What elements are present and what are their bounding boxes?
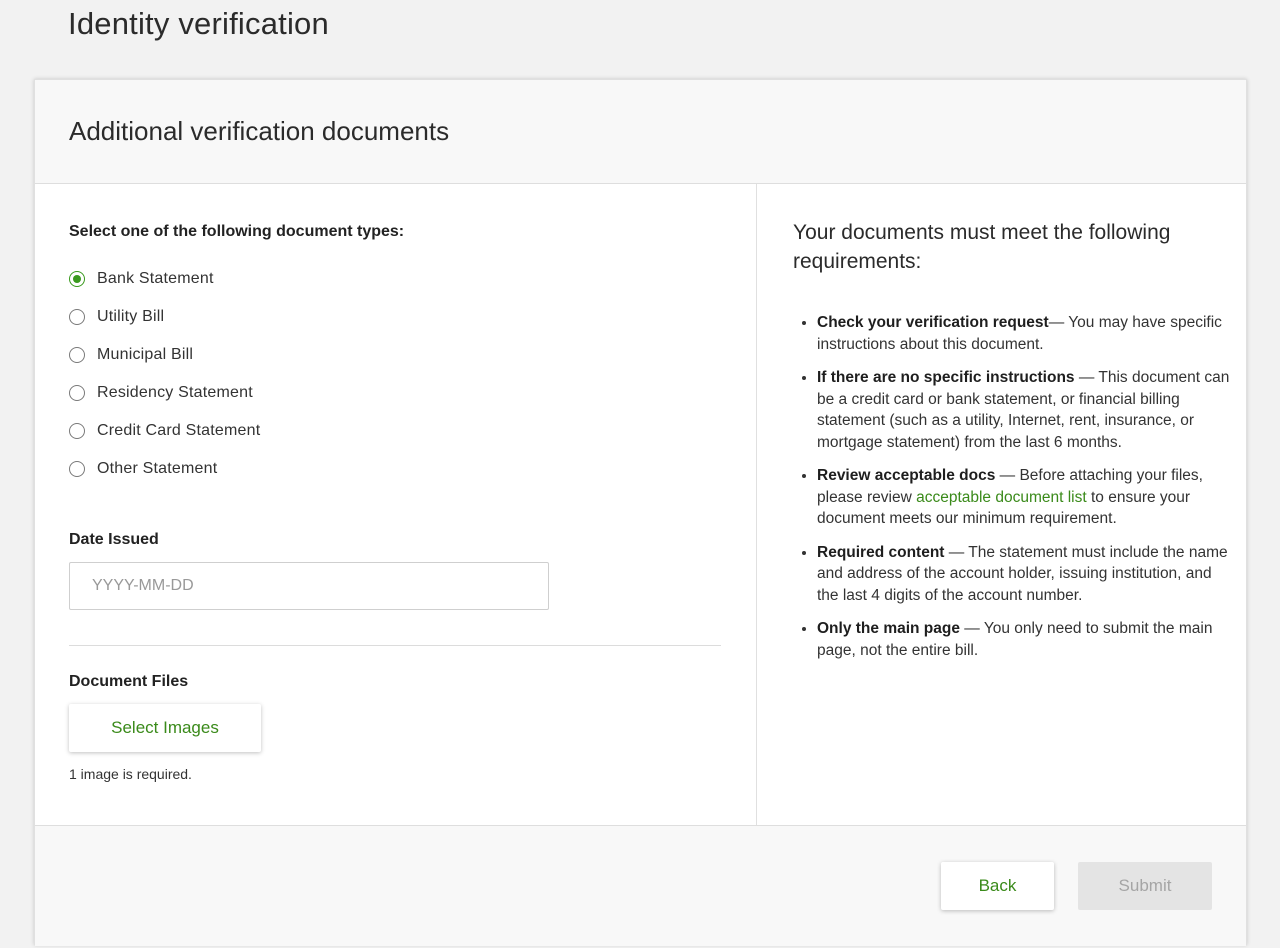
radio-checked-icon[interactable]	[69, 271, 85, 287]
requirement-item: Check your verification request— You may…	[817, 312, 1237, 355]
radio-unchecked-icon[interactable]	[69, 461, 85, 477]
requirement-item: Review acceptable docs — Before attachin…	[817, 465, 1237, 530]
radio-option-label: Municipal Bill	[97, 346, 194, 363]
page-title: Identity verification	[68, 6, 329, 41]
card-title: Additional verification documents	[69, 116, 450, 146]
radio-option-label: Residency Statement	[97, 384, 253, 401]
radio-option-municipal-bill[interactable]: Municipal Bill	[69, 336, 260, 374]
date-issued-input[interactable]	[69, 562, 549, 610]
requirement-heading: Check your verification request	[817, 314, 1049, 331]
requirement-heading: Only the main page	[817, 620, 960, 637]
card-footer: Back Submit	[35, 825, 1246, 946]
radio-unchecked-icon[interactable]	[69, 309, 85, 325]
submit-button[interactable]: Submit	[1078, 862, 1212, 910]
requirements-list: Check your verification request— You may…	[793, 312, 1237, 673]
radio-option-utility-bill[interactable]: Utility Bill	[69, 298, 260, 336]
document-type-label: Select one of the following document typ…	[69, 223, 405, 240]
radio-option-other-statement[interactable]: Other Statement	[69, 450, 260, 488]
radio-option-label: Credit Card Statement	[97, 422, 261, 439]
radio-unchecked-icon[interactable]	[69, 423, 85, 439]
radio-unchecked-icon[interactable]	[69, 347, 85, 363]
radio-option-label: Bank Statement	[97, 270, 214, 287]
document-files-label: Document Files	[69, 673, 189, 690]
radio-option-credit-card-statement[interactable]: Credit Card Statement	[69, 412, 260, 450]
requirement-item: Only the main page — You only need to su…	[817, 618, 1237, 661]
section-divider	[69, 645, 721, 646]
acceptable-document-list-link[interactable]: acceptable document list	[916, 489, 1087, 506]
back-button[interactable]: Back	[941, 862, 1054, 910]
requirement-heading: Required content	[817, 543, 945, 561]
requirement-heading: Review acceptable docs	[817, 467, 996, 484]
radio-option-label: Other Statement	[97, 460, 218, 477]
card-header: Additional verification documents	[35, 80, 1246, 184]
requirement-heading: If there are no specific instructions	[817, 369, 1075, 386]
document-form: Select one of the following document typ…	[35, 184, 757, 825]
radio-unchecked-icon[interactable]	[69, 385, 85, 401]
radio-option-bank-statement[interactable]: Bank Statement	[69, 260, 260, 298]
select-images-button[interactable]: Select Images	[69, 704, 261, 752]
requirements-title: Your documents must meet the following r…	[793, 221, 1171, 273]
image-required-hint: 1 image is required.	[69, 766, 192, 782]
document-type-radio-group: Bank Statement Utility Bill Municipal Bi…	[69, 260, 260, 488]
requirement-item: Required content — The statement must in…	[817, 542, 1237, 607]
requirement-item: If there are no specific instructions — …	[817, 367, 1237, 453]
requirements-panel: Your documents must meet the following r…	[757, 184, 1247, 825]
radio-option-residency-statement[interactable]: Residency Statement	[69, 374, 260, 412]
date-issued-label: Date Issued	[69, 531, 159, 548]
radio-option-label: Utility Bill	[97, 308, 165, 325]
verification-card: Additional verification documents Select…	[34, 79, 1247, 946]
